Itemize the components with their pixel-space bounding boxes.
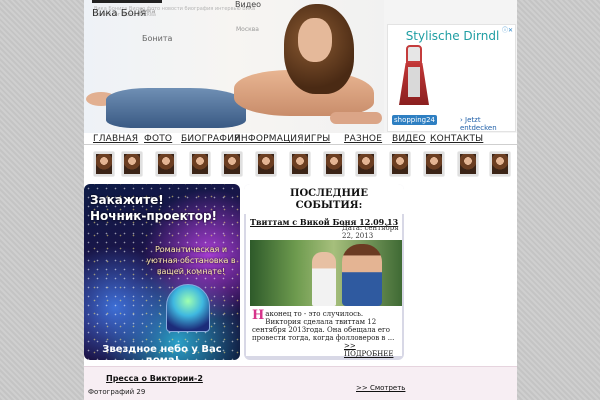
news-date: Дата: сентября 22, 2013 (342, 224, 399, 240)
nav-item-misc[interactable]: РАЗНОЕ (344, 134, 382, 144)
projector-image (166, 284, 210, 332)
photo-child (312, 252, 336, 306)
dress-image[interactable] (399, 45, 429, 111)
ad-banner[interactable]: ⓘ✕ Stylische Dirndl shopping24 › Jetzt e… (387, 24, 516, 132)
projector-banner[interactable]: Закажите! Ночник-проектор! Романтическая… (84, 184, 240, 360)
photo-face (298, 18, 332, 62)
thumbnail[interactable] (324, 152, 344, 176)
photo-thumbnails (84, 148, 517, 182)
nav-item-contacts[interactable]: КОНТАКТЫ (430, 134, 483, 144)
banner-title-line2: Ночник-проектор! (90, 209, 218, 223)
tag-bonita[interactable]: Бонита (142, 34, 172, 43)
read-more-link[interactable]: >> ПОДРОБНЕЕ (344, 342, 402, 358)
news-excerpt: Наконец то - это случилось. Виктория сде… (252, 308, 400, 342)
events-title-line2: СОБЫТИЯ: (295, 200, 363, 211)
thumbnail[interactable] (356, 152, 376, 176)
banner-title: Закажите! Ночник-проектор! (90, 192, 240, 224)
header: Вика Бонита Видео фото новости биография… (84, 0, 517, 133)
thumbnail[interactable] (424, 152, 444, 176)
thumbnail[interactable] (256, 152, 276, 176)
thumbnail[interactable] (390, 152, 410, 176)
nav-item-home[interactable]: ГЛАВНАЯ (93, 134, 138, 144)
shopping-badge: shopping24 (392, 115, 437, 125)
photo-jeans (106, 88, 246, 128)
title-bar (92, 0, 162, 3)
photo-mother (342, 244, 382, 306)
photo-count: Фотографий 29 (88, 388, 146, 396)
site-title[interactable]: Вика Боня (92, 8, 146, 19)
events-header: ПОСЛЕДНИЕ СОБЫТИЯ: (244, 184, 404, 214)
news-excerpt-text: аконец то - это случилось. Виктория сдел… (252, 310, 395, 342)
nav-item-games[interactable]: ИГРЫ (304, 134, 330, 144)
ad-link-label[interactable]: Jetzt entdecken (460, 116, 497, 132)
thumbnail[interactable] (190, 152, 210, 176)
thumbnail[interactable] (222, 152, 242, 176)
page-container: Вика Бонита Видео фото новости биография… (84, 0, 517, 400)
nav-item-info[interactable]: ИНФОРМАЦИЯ (234, 134, 304, 144)
main-nav: ГЛАВНАЯ ФОТО БИОГРАФИЯ ИНФОРМАЦИЯ ИГРЫ Р… (84, 133, 517, 145)
banner-title-line1: Закажите! (90, 193, 164, 207)
news-photo[interactable] (250, 240, 402, 306)
ad-title[interactable]: Stylische Dirndl (388, 29, 517, 43)
latest-events-panel: ПОСЛЕДНИЕ СОБЫТИЯ: Твиттам с Викой Боня … (244, 184, 404, 360)
events-title-line1: ПОСЛЕДНИЕ (290, 188, 368, 199)
dress-apron (408, 67, 420, 97)
press-link[interactable]: Пресса о Виктории-2 (106, 374, 203, 383)
press-block: Пресса о Виктории-2 >> Смотреть Фотограф… (84, 366, 517, 400)
events-title: ПОСЛЕДНИЕ СОБЫТИЯ: (274, 188, 384, 212)
ad-link[interactable]: › Jetzt entdecken (460, 116, 515, 132)
drop-cap: Н (252, 308, 265, 323)
events-body: Твиттам с Викой Боня 12.09.13 Дата: сент… (246, 214, 402, 358)
thumbnail[interactable] (94, 152, 114, 176)
dress-top (406, 45, 422, 63)
photo-arm (330, 112, 382, 124)
nav-item-biography[interactable]: БИОГРАФИЯ (181, 134, 241, 144)
tag-vika[interactable]: Вика (140, 8, 155, 15)
nav-item-video[interactable]: ВИДЕО (392, 134, 426, 144)
thumbnail[interactable] (290, 152, 310, 176)
tag-video[interactable]: Видео (235, 0, 261, 9)
tag-moscow[interactable]: Москва (236, 26, 259, 33)
banner-subtitle: Романтическая и уютная обстановка в ваше… (146, 245, 236, 276)
watch-link[interactable]: >> Смотреть (356, 384, 405, 392)
thumbnail[interactable] (122, 152, 142, 176)
thumbnail[interactable] (458, 152, 478, 176)
thumbnail[interactable] (490, 152, 510, 176)
thumbnail[interactable] (156, 152, 176, 176)
nav-item-photo[interactable]: ФОТО (144, 134, 172, 144)
banner-bottom-text: Звездное небо у Вас дома! (102, 344, 222, 360)
